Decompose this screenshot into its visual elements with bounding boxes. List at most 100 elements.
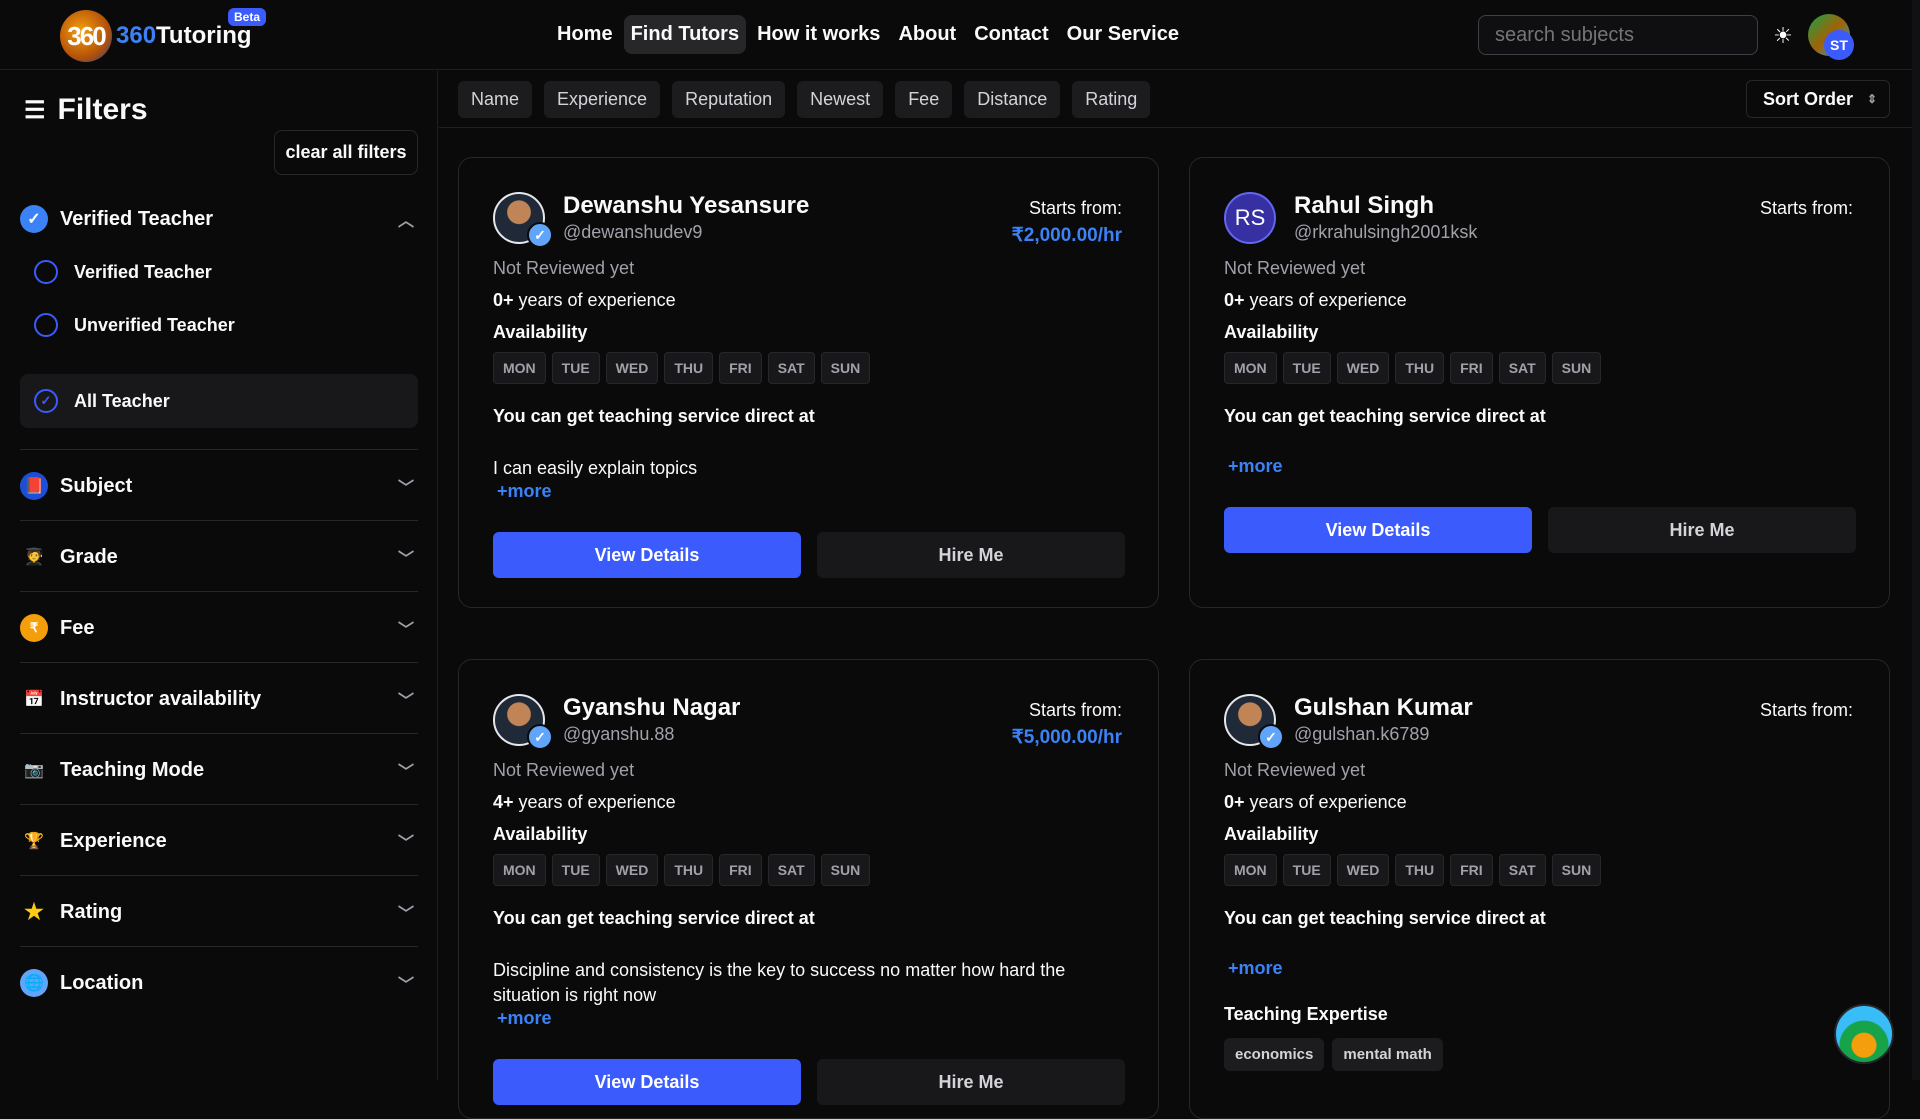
verified-badge-icon: ✓	[527, 724, 553, 750]
service-text: You can get teaching service direct at	[1224, 908, 1546, 928]
tutor-handle: @rkrahulsingh2001ksk	[1294, 222, 1478, 242]
view-details-button[interactable]: View Details	[493, 532, 801, 578]
sort-order-select[interactable]: Sort Order ⇕	[1746, 80, 1890, 118]
day-chip: FRI	[719, 352, 762, 384]
availability-label: Availability	[1224, 322, 1319, 342]
clear-all-filters-button[interactable]: clear all filters	[274, 130, 418, 175]
tutor-card: ✓ Gulshan Kumar @gulshan.k6789 Starts fr…	[1189, 659, 1890, 1119]
divider	[20, 804, 418, 805]
section-teaching-mode[interactable]: 📷 Teaching Mode ﹀	[20, 742, 418, 798]
hire-me-button[interactable]: Hire Me	[1548, 507, 1856, 553]
service-text: You can get teaching service direct at	[493, 908, 815, 928]
more-link[interactable]: +more	[1228, 456, 1283, 477]
tutor-bio: Discipline and consistency is the key to…	[493, 960, 1066, 1005]
section-subject[interactable]: 📕 Subject ﹀	[20, 458, 418, 514]
chevron-down-icon[interactable]: ﹀	[398, 971, 414, 995]
more-link[interactable]: +more	[497, 481, 552, 502]
student-icon: 🧑‍🎓	[24, 549, 44, 566]
view-details-button[interactable]: View Details	[493, 1059, 801, 1105]
experience-value: 0+	[1224, 792, 1245, 812]
sort-fee[interactable]: Fee	[895, 81, 953, 118]
day-chip: SUN	[820, 854, 871, 886]
chevron-down-icon[interactable]: ﹀	[398, 545, 414, 569]
filters-title: Filters	[57, 93, 148, 126]
tutor-name[interactable]: Gyanshu Nagar	[563, 694, 740, 722]
avatar-initials[interactable]: ST	[1824, 30, 1854, 60]
day-chip: SUN	[820, 352, 871, 384]
service-text: You can get teaching service direct at	[493, 406, 815, 426]
sort-distance[interactable]: Distance	[964, 81, 1061, 118]
option-verified[interactable]: Verified Teacher	[20, 245, 418, 299]
section-location[interactable]: 🌐 Location ﹀	[20, 955, 418, 1011]
day-chip: TUE	[1282, 352, 1331, 384]
experience-value: 0+	[493, 290, 514, 310]
availability-days: MON TUE WED THU FRI SAT SUN	[1224, 854, 1602, 886]
section-label: Grade	[60, 545, 118, 568]
starts-from-label: Starts from:	[1759, 700, 1853, 720]
day-chip: SUN	[1551, 352, 1602, 384]
more-link[interactable]: +more	[497, 1008, 552, 1029]
sort-name[interactable]: Name	[458, 81, 533, 118]
chevron-down-icon[interactable]: ﹀	[398, 687, 414, 711]
section-instructor-availability[interactable]: 📅 Instructor availability ﹀	[20, 671, 418, 727]
section-experience[interactable]: 🏆 Experience ﹀	[20, 813, 418, 869]
radio-icon[interactable]	[34, 260, 58, 284]
section-rating[interactable]: ★ Rating ﹀	[20, 884, 418, 940]
nav-find-tutors[interactable]: Find Tutors	[623, 15, 747, 54]
chevron-down-icon[interactable]: ﹀	[398, 474, 414, 498]
tutor-name[interactable]: Rahul Singh	[1294, 192, 1434, 220]
option-all-teacher[interactable]: ✓ All Teacher	[20, 374, 418, 428]
tutor-name[interactable]: Gulshan Kumar	[1294, 694, 1473, 722]
availability-days: MON TUE WED THU FRI SAT SUN	[493, 854, 871, 886]
nav-home[interactable]: Home	[550, 15, 620, 54]
chat-assistant-button[interactable]	[1834, 1004, 1894, 1064]
option-unverified[interactable]: Unverified Teacher	[20, 298, 418, 352]
chevron-down-icon[interactable]: ﹀	[398, 758, 414, 782]
section-fee[interactable]: ₹ Fee ﹀	[20, 600, 418, 656]
radio-checked-icon[interactable]: ✓	[34, 389, 58, 413]
more-link[interactable]: +more	[1228, 958, 1283, 979]
nav-how-it-works[interactable]: How it works	[750, 15, 887, 54]
hire-me-button[interactable]: Hire Me	[817, 1059, 1125, 1105]
logo[interactable]: 360 360Tutoring Beta	[60, 8, 267, 62]
experience-value: 0+	[1224, 290, 1245, 310]
sun-icon[interactable]: ☀	[1765, 18, 1801, 54]
view-details-button[interactable]: View Details	[1224, 507, 1532, 553]
sort-experience[interactable]: Experience	[544, 81, 661, 118]
top-navbar: 360 360Tutoring Beta Home Find Tutors Ho…	[0, 0, 1920, 70]
nav-our-service[interactable]: Our Service	[1060, 15, 1186, 54]
experience-suffix: years of experience	[1244, 792, 1407, 812]
main-nav: Home Find Tutors How it works About Cont…	[550, 15, 1186, 54]
radio-icon[interactable]	[34, 313, 58, 337]
verified-badge-icon: ✓	[1258, 724, 1284, 750]
option-label: Unverified Teacher	[74, 314, 235, 335]
verified-badge-icon: ✓	[527, 222, 553, 248]
tutor-name[interactable]: Dewanshu Yesansure	[563, 192, 809, 220]
sort-reputation[interactable]: Reputation	[672, 81, 786, 118]
avatar[interactable]: RS	[1224, 192, 1276, 244]
scrollbar[interactable]	[1912, 0, 1920, 1080]
nav-about[interactable]: About	[891, 15, 963, 54]
chevron-down-icon[interactable]: ﹀	[398, 829, 414, 853]
tutor-handle: @gulshan.k6789	[1294, 724, 1430, 744]
sort-rating[interactable]: Rating	[1072, 81, 1151, 118]
nav-contact[interactable]: Contact	[967, 15, 1055, 54]
teaching-expertise-label: Teaching Expertise	[1224, 1004, 1388, 1024]
verified-section[interactable]: ✓ Verified Teacher ︿	[20, 191, 418, 247]
sort-newest[interactable]: Newest	[797, 81, 884, 118]
day-chip: SUN	[1551, 854, 1602, 886]
day-chip: FRI	[1450, 352, 1493, 384]
section-grade[interactable]: 🧑‍🎓 Grade ﹀	[20, 529, 418, 585]
availability-label: Availability	[1224, 824, 1319, 844]
search-input[interactable]	[1478, 15, 1758, 55]
day-chip: MON	[1224, 352, 1277, 384]
tutor-card: ✓ Dewanshu Yesansure @dewanshudev9 Start…	[458, 157, 1159, 608]
globe-icon: 🌐	[20, 969, 48, 997]
tutor-card: RS Rahul Singh @rkrahulsingh2001ksk Star…	[1189, 157, 1890, 608]
hire-me-button[interactable]: Hire Me	[817, 532, 1125, 578]
chevron-down-icon[interactable]: ﹀	[398, 900, 414, 924]
chevron-down-icon[interactable]: ﹀	[398, 616, 414, 640]
logo-name: Tutoring	[156, 22, 252, 49]
chevron-up-icon[interactable]: ︿	[398, 207, 414, 231]
day-chip: WED	[605, 854, 659, 886]
